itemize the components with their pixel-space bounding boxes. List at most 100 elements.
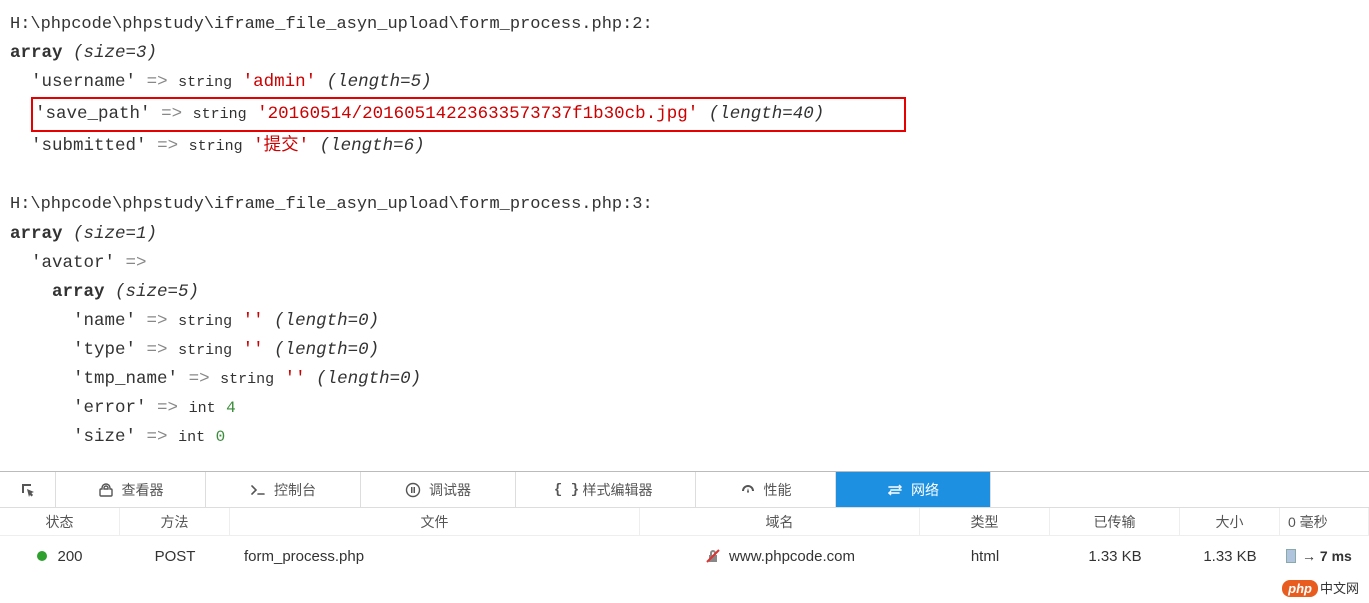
arrow-icon: => (147, 311, 168, 331)
col-file[interactable]: 文件 (230, 508, 640, 536)
cell-type: html (920, 536, 1050, 576)
length-badge: (length=0) (274, 340, 379, 360)
value-submitted: '提交' (253, 136, 309, 156)
col-timeline[interactable]: 0 毫秒 (1280, 508, 1369, 536)
cell-method: POST (120, 536, 230, 576)
value-username: 'admin' (243, 72, 317, 92)
debugger-icon (405, 482, 421, 498)
length-badge: (length=40) (709, 104, 825, 124)
style-editor-icon: { } (559, 482, 575, 498)
watermark-cn: 中文网 (1320, 581, 1359, 596)
type-label: string (178, 313, 232, 330)
cell-timeline: → 7 ms (1280, 536, 1369, 576)
tab-label: 性能 (764, 480, 792, 500)
timeline-bar-icon (1286, 549, 1296, 563)
tab-performance[interactable]: 性能 (696, 472, 836, 507)
page-body: H:\phpcode\phpstudy\iframe_file_asyn_upl… (0, 0, 1369, 471)
col-method[interactable]: 方法 (120, 508, 230, 536)
performance-icon (740, 482, 756, 498)
type-label: int (189, 400, 216, 417)
pick-element-icon (20, 482, 36, 498)
col-transferred[interactable]: 已传输 (1050, 508, 1180, 536)
col-status[interactable]: 状态 (0, 508, 120, 536)
array-keyword: array (52, 282, 105, 302)
watermark: php中文网 (1282, 578, 1359, 597)
arrow-icon: => (157, 136, 178, 156)
value-name: '' (243, 311, 264, 331)
file-path-1: H:\phpcode\phpstudy\iframe_file_asyn_upl… (10, 15, 653, 34)
type-label: string (178, 74, 232, 91)
highlight-box: 'save_path' => string '20160514/20160514… (31, 97, 906, 132)
status-code: 200 (57, 548, 82, 565)
var-dump-1: H:\phpcode\phpstudy\iframe_file_asyn_upl… (10, 10, 1359, 452)
array-keyword: array (10, 224, 63, 244)
arrow-icon: => (147, 340, 168, 360)
tab-pick-element[interactable] (0, 472, 56, 507)
key-type: 'type' (73, 340, 136, 360)
type-label: string (193, 106, 247, 123)
col-size[interactable]: 大小 (1180, 508, 1280, 536)
cell-status: 200 (0, 536, 120, 576)
devtools-panel: 查看器 控制台 调试器 { } 样式编辑器 性能 (0, 471, 1369, 603)
key-submitted: 'submitted' (31, 136, 147, 156)
key-size: 'size' (73, 427, 136, 447)
value-type: '' (243, 340, 264, 360)
cell-size: 1.33 KB (1180, 536, 1280, 576)
file-path-2: H:\phpcode\phpstudy\iframe_file_asyn_upl… (10, 195, 653, 214)
array-size: (size=3) (73, 43, 157, 63)
arrow-icon: => (157, 398, 178, 418)
col-type[interactable]: 类型 (920, 508, 1050, 536)
insecure-lock-icon (705, 548, 721, 564)
key-avator: 'avator' (31, 253, 115, 273)
console-icon (250, 482, 266, 498)
key-save-path: 'save_path' (35, 104, 151, 124)
value-size: 0 (216, 428, 226, 446)
type-label: string (220, 371, 274, 388)
cell-file: form_process.php (230, 536, 640, 576)
arrow-icon: => (147, 72, 168, 92)
type-label: string (178, 342, 232, 359)
array-keyword: array (10, 43, 63, 63)
network-icon (887, 482, 903, 498)
cell-domain: www.phpcode.com (640, 536, 920, 576)
arrow-icon: => (126, 253, 147, 273)
array-size: (size=5) (115, 282, 199, 302)
tab-label: 控制台 (274, 480, 316, 500)
tab-console[interactable]: 控制台 (206, 472, 361, 507)
watermark-php: php (1282, 580, 1318, 597)
tab-label: 样式编辑器 (583, 480, 653, 500)
network-headers: 状态 方法 文件 域名 类型 已传输 大小 0 毫秒 (0, 508, 1369, 536)
type-label: int (178, 429, 205, 446)
tab-label: 调试器 (429, 480, 471, 500)
col-domain[interactable]: 域名 (640, 508, 920, 536)
inspector-icon (98, 482, 114, 498)
arrow-icon: => (189, 369, 210, 389)
length-badge: (length=6) (320, 136, 425, 156)
devtools-tabs: 查看器 控制台 调试器 { } 样式编辑器 性能 (0, 472, 1369, 508)
arrow-icon: => (147, 427, 168, 447)
domain-text: www.phpcode.com (729, 548, 855, 565)
tab-label: 查看器 (122, 480, 164, 500)
status-ok-icon (37, 551, 47, 561)
value-error: 4 (226, 399, 236, 417)
key-error: 'error' (73, 398, 147, 418)
value-tmp-name: '' (285, 369, 306, 389)
length-badge: (length=5) (327, 72, 432, 92)
arrow-icon: => (161, 104, 182, 124)
time-value: → 7 ms (1302, 548, 1352, 564)
cell-transferred: 1.33 KB (1050, 536, 1180, 576)
length-badge: (length=0) (316, 369, 421, 389)
length-badge: (length=0) (274, 311, 379, 331)
key-name: 'name' (73, 311, 136, 331)
tab-style-editor[interactable]: { } 样式编辑器 (516, 472, 696, 507)
value-save-path: '20160514/20160514223633573737f1b30cb.jp… (257, 104, 698, 124)
array-size: (size=1) (73, 224, 157, 244)
tab-debugger[interactable]: 调试器 (361, 472, 516, 507)
key-tmp-name: 'tmp_name' (73, 369, 178, 389)
type-label: string (189, 138, 243, 155)
tab-inspector[interactable]: 查看器 (56, 472, 206, 507)
tab-network[interactable]: 网络 (836, 472, 991, 507)
network-row[interactable]: 200 POST form_process.php www.phpcode.co… (0, 536, 1369, 576)
tab-label: 网络 (911, 480, 939, 500)
key-username: 'username' (31, 72, 136, 92)
